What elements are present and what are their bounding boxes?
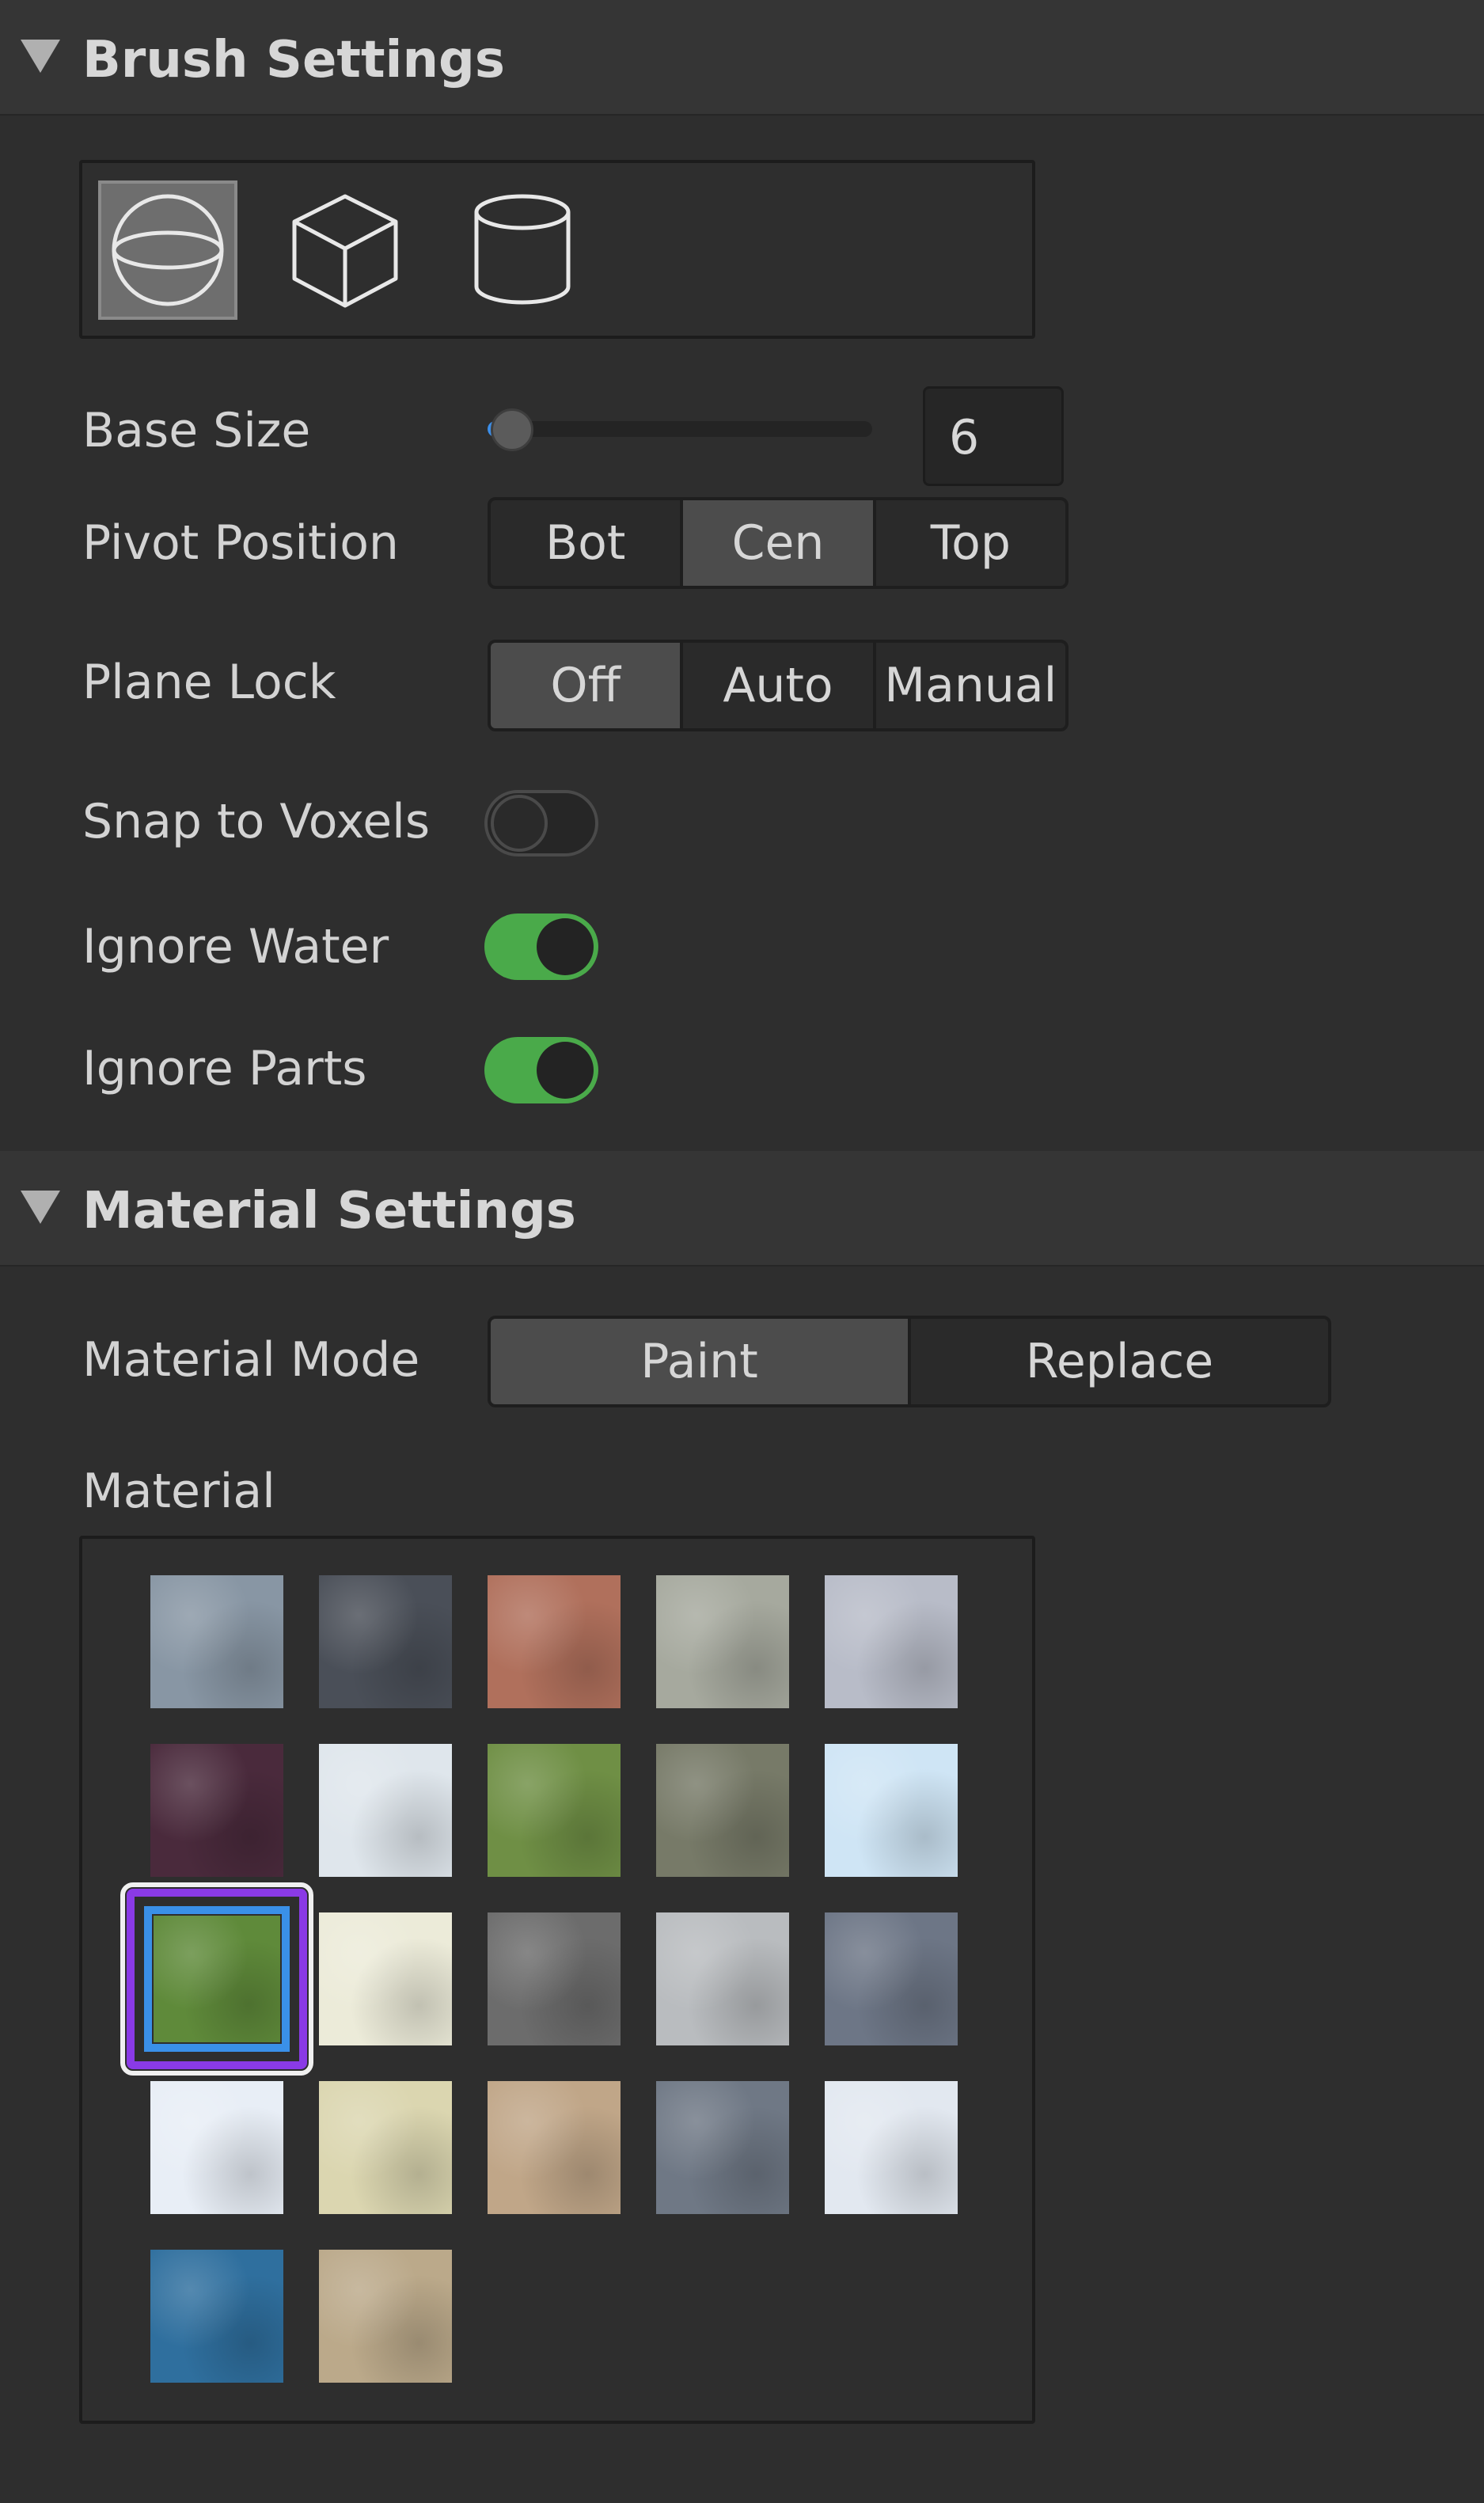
- sphere-icon: [112, 194, 224, 306]
- toggle-knob: [491, 795, 548, 852]
- brush-shape-cylinder-button[interactable]: [453, 180, 592, 320]
- material-tile-concrete[interactable]: [825, 1575, 958, 1708]
- plane-lock-label: Plane Lock: [82, 655, 336, 710]
- material-tile-ground[interactable]: [656, 1744, 789, 1877]
- brush-settings-title: Brush Settings: [82, 31, 505, 89]
- material-tile-snow[interactable]: [825, 2081, 958, 2214]
- plane-lock-off-option[interactable]: Off: [491, 643, 684, 728]
- base-size-slider-handle[interactable]: [491, 408, 533, 451]
- material-tile-sand[interactable]: [319, 2081, 452, 2214]
- ignore-water-label: Ignore Water: [82, 919, 389, 974]
- material-tile-mud[interactable]: [488, 1912, 621, 2045]
- material-tile-sandstone[interactable]: [488, 2081, 621, 2214]
- material-tile-limestone[interactable]: [319, 1912, 452, 2045]
- toggle-knob: [537, 918, 594, 975]
- plane-lock-manual-option[interactable]: Manual: [876, 643, 1065, 728]
- snap-to-voxels-toggle[interactable]: [484, 790, 598, 856]
- toggle-knob: [537, 1042, 594, 1099]
- ignore-parts-toggle[interactable]: [484, 1037, 598, 1103]
- material-tile-water[interactable]: [150, 2250, 283, 2383]
- selected-material-highlight: [120, 1882, 313, 2076]
- material-label: Material: [82, 1464, 275, 1519]
- base-size-slider-track[interactable]: [488, 421, 872, 437]
- base-size-value: 6: [949, 410, 980, 465]
- material-tile-rock[interactable]: [825, 1912, 958, 2045]
- material-tile-asphalt[interactable]: [150, 1575, 283, 1708]
- base-size-label: Base Size: [82, 403, 311, 458]
- material-settings-title: Material Settings: [82, 1182, 576, 1240]
- material-mode-label: Material Mode: [82, 1332, 420, 1388]
- collapse-triangle-icon[interactable]: [21, 1191, 60, 1224]
- material-tile-slate[interactable]: [656, 2081, 789, 2214]
- pivot-bot-option[interactable]: Bot: [491, 500, 684, 586]
- material-tile-salt[interactable]: [150, 2081, 283, 2214]
- plane-lock-auto-option[interactable]: Auto: [683, 643, 876, 728]
- plane-lock-selector: Off Auto Manual: [488, 640, 1068, 731]
- pivot-top-option[interactable]: Top: [876, 500, 1065, 586]
- material-tile-glacier[interactable]: [319, 1744, 452, 1877]
- pivot-cen-option[interactable]: Cen: [683, 500, 876, 586]
- ignore-parts-label: Ignore Parts: [82, 1041, 367, 1096]
- material-tile-brick[interactable]: [488, 1575, 621, 1708]
- pivot-position-selector: Bot Cen Top: [488, 497, 1068, 589]
- material-tile-basalt[interactable]: [319, 1575, 452, 1708]
- material-tile-grass[interactable]: [488, 1744, 621, 1877]
- cylinder-icon: [474, 194, 571, 305]
- collapse-triangle-icon[interactable]: [21, 40, 60, 73]
- material-tile-cobblestone[interactable]: [656, 1575, 789, 1708]
- brush-shape-cube-button[interactable]: [275, 180, 415, 320]
- material-tile-cracked-lava[interactable]: [150, 1744, 283, 1877]
- material-mode-selector: Paint Replace: [488, 1316, 1331, 1407]
- brush-shape-sphere-button[interactable]: [98, 180, 237, 320]
- base-size-input[interactable]: 6: [923, 386, 1064, 486]
- material-settings-header[interactable]: Material Settings: [0, 1151, 1484, 1267]
- ignore-water-toggle[interactable]: [484, 913, 598, 980]
- pivot-position-label: Pivot Position: [82, 515, 399, 571]
- material-mode-replace-option[interactable]: Replace: [911, 1319, 1328, 1404]
- selection-inner-ring: [144, 1906, 290, 2052]
- material-tile-ice[interactable]: [825, 1744, 958, 1877]
- brush-settings-header[interactable]: Brush Settings: [0, 0, 1484, 116]
- material-mode-paint-option[interactable]: Paint: [491, 1319, 911, 1404]
- snap-to-voxels-label: Snap to Voxels: [82, 794, 431, 849]
- material-tile-wood-planks[interactable]: [319, 2250, 452, 2383]
- cube-icon: [292, 194, 398, 308]
- material-tile-pavement[interactable]: [656, 1912, 789, 2045]
